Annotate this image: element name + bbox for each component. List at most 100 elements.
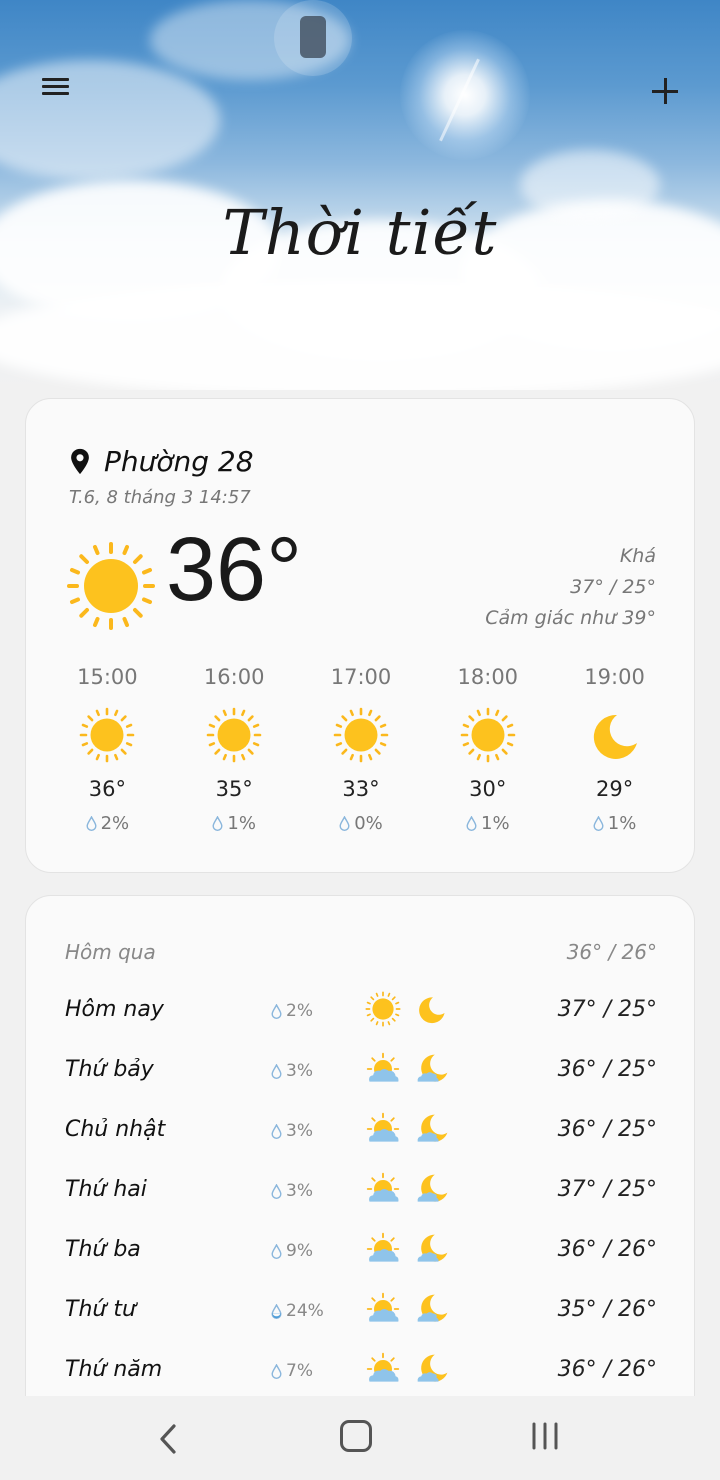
yesterday-row: Hôm qua 36° / 26° (65, 940, 657, 964)
list-item-day[interactable]: Chủ nhật 3% 36° / 25° (65, 1111, 657, 1151)
raindrop-icon (271, 1243, 282, 1259)
hour-rain-value: 1% (481, 813, 510, 834)
day-rain: 3% (271, 1121, 313, 1141)
day-name: Thứ hai (65, 1177, 147, 1202)
list-item-day[interactable]: Thứ bảy 3% 36° / 25° (65, 1051, 657, 1091)
moon-icon (593, 714, 637, 759)
hour-rain-value: 1% (607, 813, 637, 834)
yesterday-temps: 36° / 26° (566, 940, 657, 964)
condition-text: Khá (619, 545, 656, 567)
sky-sun-glow (400, 30, 530, 160)
day-name: Hôm nay (65, 997, 164, 1022)
hour-rain: 1% (551, 813, 678, 834)
hour-rain-value: 2% (100, 813, 130, 834)
raindrop-icon (466, 816, 477, 831)
day-rain: 7% (271, 1361, 313, 1381)
partly-cloudy-night-icon (417, 1294, 448, 1322)
raindrop-icon (593, 816, 604, 831)
sun-icon (67, 542, 155, 630)
hour-rain: 0% (298, 813, 425, 834)
hour-rain-value: 1% (227, 813, 256, 834)
feels-like: Cảm giác như 39° (485, 607, 656, 629)
list-item-day[interactable]: Thứ hai 3% 37° / 25° (65, 1171, 657, 1211)
partly-cloudy-night-icon (417, 1354, 448, 1382)
day-name: Thứ tư (65, 1297, 136, 1322)
sun-icon (206, 707, 262, 763)
day-rain-value: 7% (286, 1361, 313, 1381)
home-icon[interactable] (340, 1420, 372, 1452)
raindrop-icon (212, 816, 223, 831)
partly-cloudy-icon (366, 1232, 400, 1263)
hourly-item: 17:00 33° 0% (298, 665, 425, 834)
raindrop-icon (271, 1063, 282, 1079)
location-pin-icon (71, 448, 89, 474)
sun-icon (460, 707, 516, 763)
list-item-today[interactable]: Hôm nay 2% 37° / 25° (65, 991, 657, 1031)
list-item-day[interactable]: Thứ ba 9% 36° / 26° (65, 1231, 657, 1271)
recent-apps-icon[interactable] (528, 1420, 562, 1452)
hamburger-menu-icon[interactable] (36, 74, 76, 108)
partly-cloudy-icon (366, 1352, 400, 1383)
day-name: Thứ bảy (65, 1057, 154, 1082)
hourly-item: 16:00 35° 1% (171, 665, 298, 834)
day-temps: 36° / 26° (557, 1237, 657, 1262)
system-nav-bar (0, 1396, 720, 1480)
hour-rain-value: 0% (354, 813, 383, 834)
hour-time: 16:00 (203, 665, 265, 689)
condition-summary: Khá 37° / 25° Cảm giác như 39° (485, 541, 656, 634)
raindrop-icon (271, 1123, 282, 1139)
partly-cloudy-icon (366, 1112, 400, 1143)
day-rain: 24% (271, 1301, 324, 1321)
current-datetime: T.6, 8 tháng 3 14:57 (69, 487, 251, 508)
raindrop-icon (271, 1363, 282, 1379)
day-rain-value: 3% (286, 1181, 313, 1201)
list-item-day[interactable]: Thứ năm 7% 36° / 26° (65, 1351, 657, 1391)
list-item-day[interactable]: Thứ tư 24% 35° / 26° (65, 1291, 657, 1331)
day-name: Thứ năm (65, 1357, 163, 1382)
partly-cloudy-icon (366, 1052, 400, 1083)
day-name: Chủ nhật (65, 1117, 166, 1142)
hour-time: 18:00 (457, 665, 519, 689)
sun-icon (365, 991, 401, 1027)
hour-rain: 1% (424, 813, 551, 834)
day-temps: 36° / 26° (557, 1357, 657, 1382)
day-rain: 2% (271, 1001, 313, 1021)
hour-temp: 29° (595, 777, 634, 801)
raindrop-filled-icon (271, 1303, 282, 1319)
hourly-item: 15:00 36° 2% (44, 665, 171, 834)
camera-icon (300, 16, 326, 58)
header-sky: Thời tiết (0, 0, 720, 390)
plus-icon[interactable] (644, 70, 686, 112)
current-weather-card[interactable]: Phường 28 T.6, 8 tháng 3 14:57 36° Khá 3… (25, 398, 695, 873)
raindrop-icon (271, 1183, 282, 1199)
hour-time: 15:00 (77, 665, 138, 689)
back-chevron-icon[interactable] (150, 1420, 188, 1458)
day-temps: 36° / 25° (557, 1057, 657, 1082)
hourly-item: 18:00 30° 1% (424, 665, 551, 834)
day-name: Thứ ba (65, 1237, 141, 1262)
hour-time: 19:00 (584, 665, 645, 689)
hour-time: 17:00 (330, 665, 392, 689)
hourly-forecast[interactable]: 15:00 36° 2% 16:00 35° 1% 17:00 33° 0% 1… (44, 665, 678, 834)
partly-cloudy-night-icon (417, 1054, 448, 1082)
day-rain: 3% (271, 1181, 313, 1201)
raindrop-icon (86, 816, 97, 831)
day-rain-value: 9% (286, 1241, 313, 1261)
location-row[interactable]: Phường 28 (68, 445, 254, 478)
day-temps: 37° / 25° (557, 997, 657, 1022)
partly-cloudy-icon (366, 1292, 400, 1323)
partly-cloudy-night-icon (417, 1234, 448, 1262)
location-name: Phường 28 (104, 445, 254, 478)
day-temps: 36° / 25° (557, 1117, 657, 1142)
high-low-temp: 37° / 25° (570, 576, 656, 598)
day-rain: 9% (271, 1241, 313, 1261)
partly-cloudy-icon (366, 1172, 400, 1203)
day-rain-value: 24% (286, 1301, 324, 1321)
hour-temp: 35° (215, 777, 253, 801)
daily-forecast-card[interactable]: Hôm qua 36° / 26° Hôm nay 2% 37° / 25° T… (25, 895, 695, 1480)
sun-icon (333, 707, 389, 763)
hour-temp: 30° (469, 777, 507, 801)
page-title: Thời tiết (222, 196, 498, 269)
raindrop-icon (339, 816, 350, 831)
day-rain-value: 3% (286, 1121, 313, 1141)
